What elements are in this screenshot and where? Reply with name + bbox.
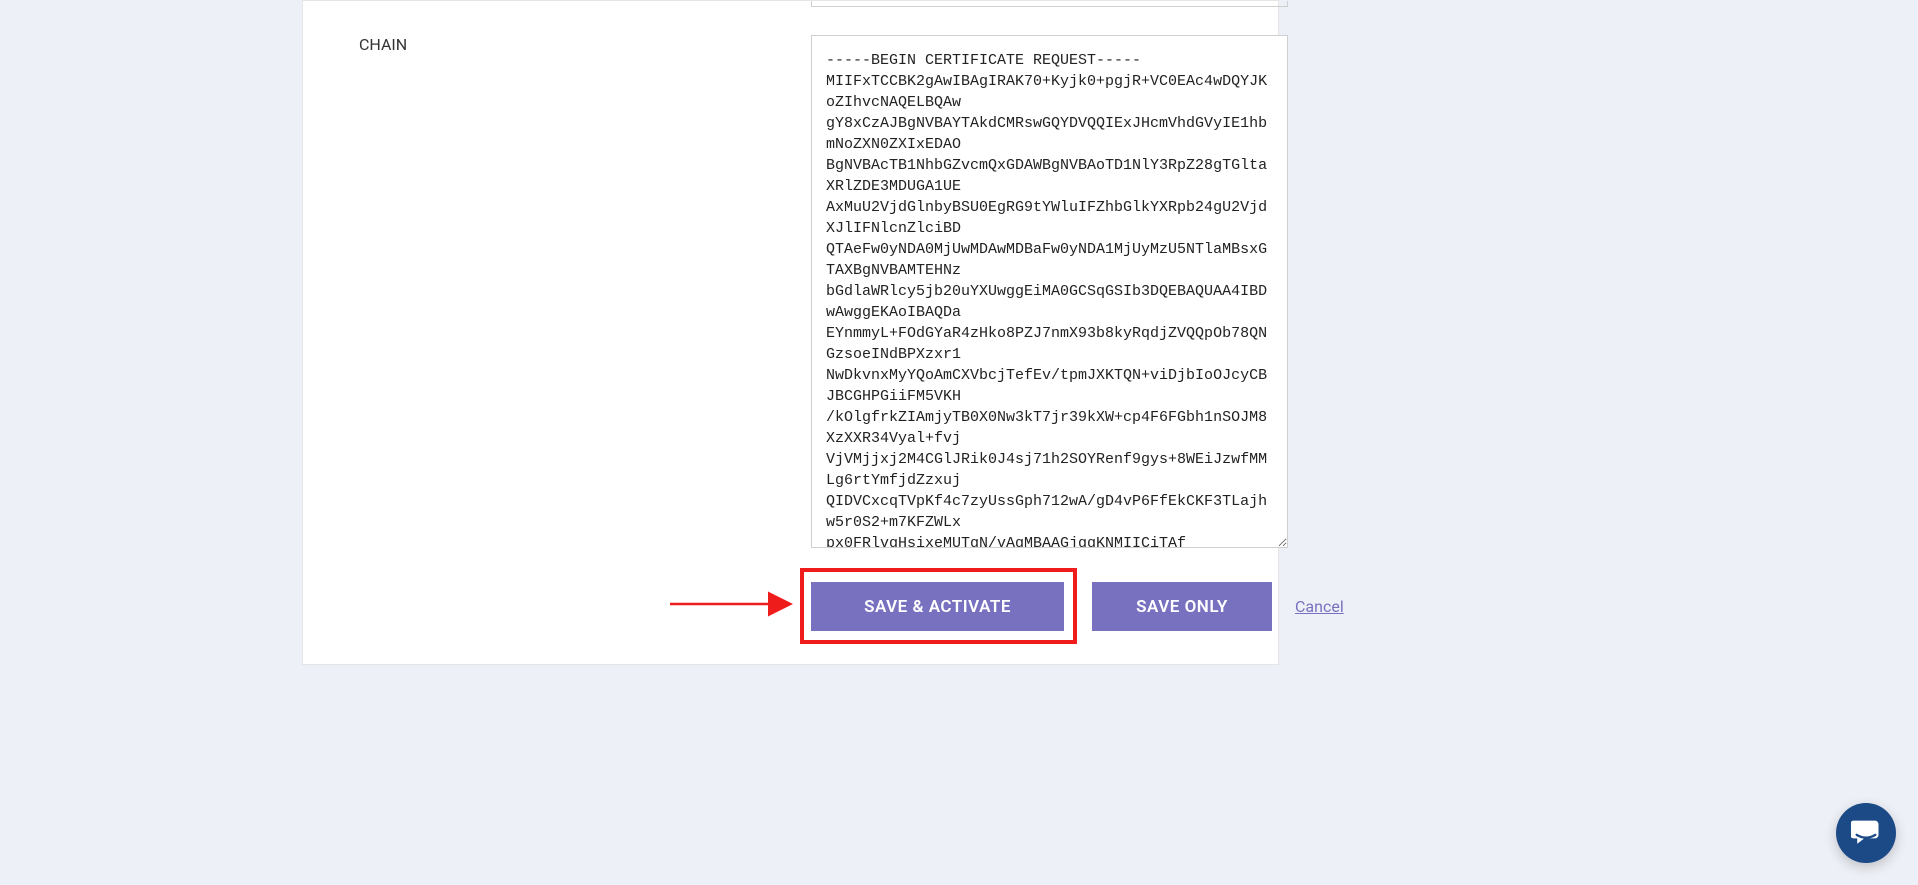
- chat-widget-button[interactable]: [1836, 803, 1896, 863]
- cancel-link[interactable]: Cancel: [1295, 597, 1344, 616]
- annotation-arrow: [670, 577, 800, 631]
- chain-row: CHAIN: [359, 35, 407, 54]
- save-activate-button[interactable]: SAVE & ACTIVATE: [811, 582, 1064, 631]
- chain-input[interactable]: [811, 35, 1288, 548]
- button-row: SAVE & ACTIVATE SAVE ONLY Cancel: [811, 582, 1344, 631]
- save-only-button[interactable]: SAVE ONLY: [1092, 582, 1272, 631]
- chat-icon: [1851, 819, 1881, 847]
- chain-label: CHAIN: [359, 35, 407, 54]
- form-container: CHAIN SAVE & ACTIVATE SAVE ONLY Cancel: [302, 0, 1279, 665]
- previous-field-bottom: [811, 1, 1288, 7]
